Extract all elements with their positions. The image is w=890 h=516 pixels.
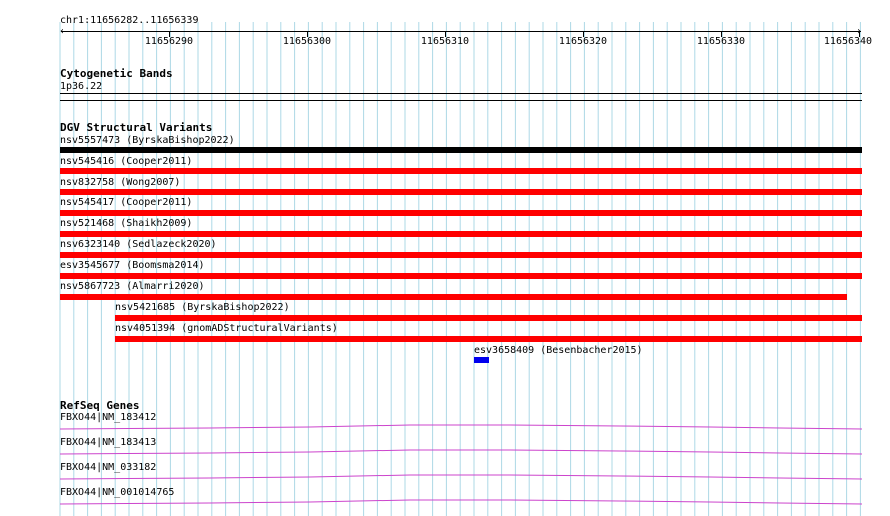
dgv-feature-label: nsv5421685 (ByrskaBishop2022) [115, 302, 290, 313]
ruler-tick-label: 11656330 [696, 36, 746, 47]
refseq-gene-label: FBXO44|NM_183412 [60, 412, 157, 423]
dgv-feature-bar[interactable] [115, 336, 862, 342]
dgv-feature-label: nsv832758 (Wong2007) [60, 177, 181, 188]
dgv-feature-label: nsv545416 (Cooper2011) [60, 156, 193, 167]
refseq-gene-label: FBXO44|NM_033182 [60, 462, 157, 473]
dgv-feature-label: nsv5867723 (Almarri2020) [60, 281, 205, 292]
dgv-feature-bar[interactable] [60, 294, 847, 300]
dgv-track-title: DGV Structural Variants [60, 121, 213, 134]
refseq-gene-label: FBXO44|NM_001014765 [60, 487, 175, 498]
dgv-feature-bar[interactable] [115, 315, 862, 321]
dgv-feature-bar[interactable] [60, 147, 862, 153]
refseq-gene-line[interactable] [60, 498, 864, 506]
ruler-tick-label: 11656340 [823, 36, 873, 47]
ruler-tick-label: 11656310 [420, 36, 470, 47]
dgv-feature-bar[interactable] [60, 210, 862, 216]
ruler-tick-label: 11656290 [144, 36, 194, 47]
refseq-gene-label: FBXO44|NM_183413 [60, 437, 157, 448]
refseq-gene-line[interactable] [60, 423, 864, 431]
dgv-feature-bar[interactable] [474, 357, 489, 363]
ruler-line [61, 31, 861, 32]
refseq-gene-line[interactable] [60, 448, 864, 456]
dgv-feature-bar[interactable] [60, 189, 862, 195]
ruler-left-arrow-icon: ‹ [59, 26, 66, 37]
dgv-feature-bar[interactable] [60, 231, 862, 237]
dgv-feature-label: nsv6323140 (Sedlazeck2020) [60, 239, 217, 250]
region-label: chr1:11656282..11656339 [60, 15, 199, 26]
ruler-tick-label: 11656300 [282, 36, 332, 47]
dgv-feature-label: nsv4051394 (gnomADStructuralVariants) [115, 323, 338, 334]
dgv-feature-bar[interactable] [60, 252, 862, 258]
dgv-feature-bar[interactable] [60, 168, 862, 174]
refseq-gene-line[interactable] [60, 473, 864, 481]
cytoband-track-title: Cytogenetic Bands [60, 67, 173, 80]
dgv-feature-label: esv3545677 (Boomsma2014) [60, 260, 205, 271]
dgv-feature-label: esv3658409 (Besenbacher2015) [474, 345, 643, 356]
refseq-track-title: RefSeq Genes [60, 399, 140, 412]
dgv-feature-label: nsv5557473 (ByrskaBishop2022) [60, 135, 235, 146]
dgv-feature-label: nsv545417 (Cooper2011) [60, 197, 193, 208]
cytoband-bar-bottom [60, 100, 862, 101]
cytoband-label: 1p36.22 [60, 81, 103, 92]
dgv-feature-label: nsv521468 (Shaikh2009) [60, 218, 193, 229]
cytoband-bar-top [60, 93, 862, 94]
ruler-tick-label: 11656320 [558, 36, 608, 47]
dgv-feature-bar[interactable] [60, 273, 862, 279]
